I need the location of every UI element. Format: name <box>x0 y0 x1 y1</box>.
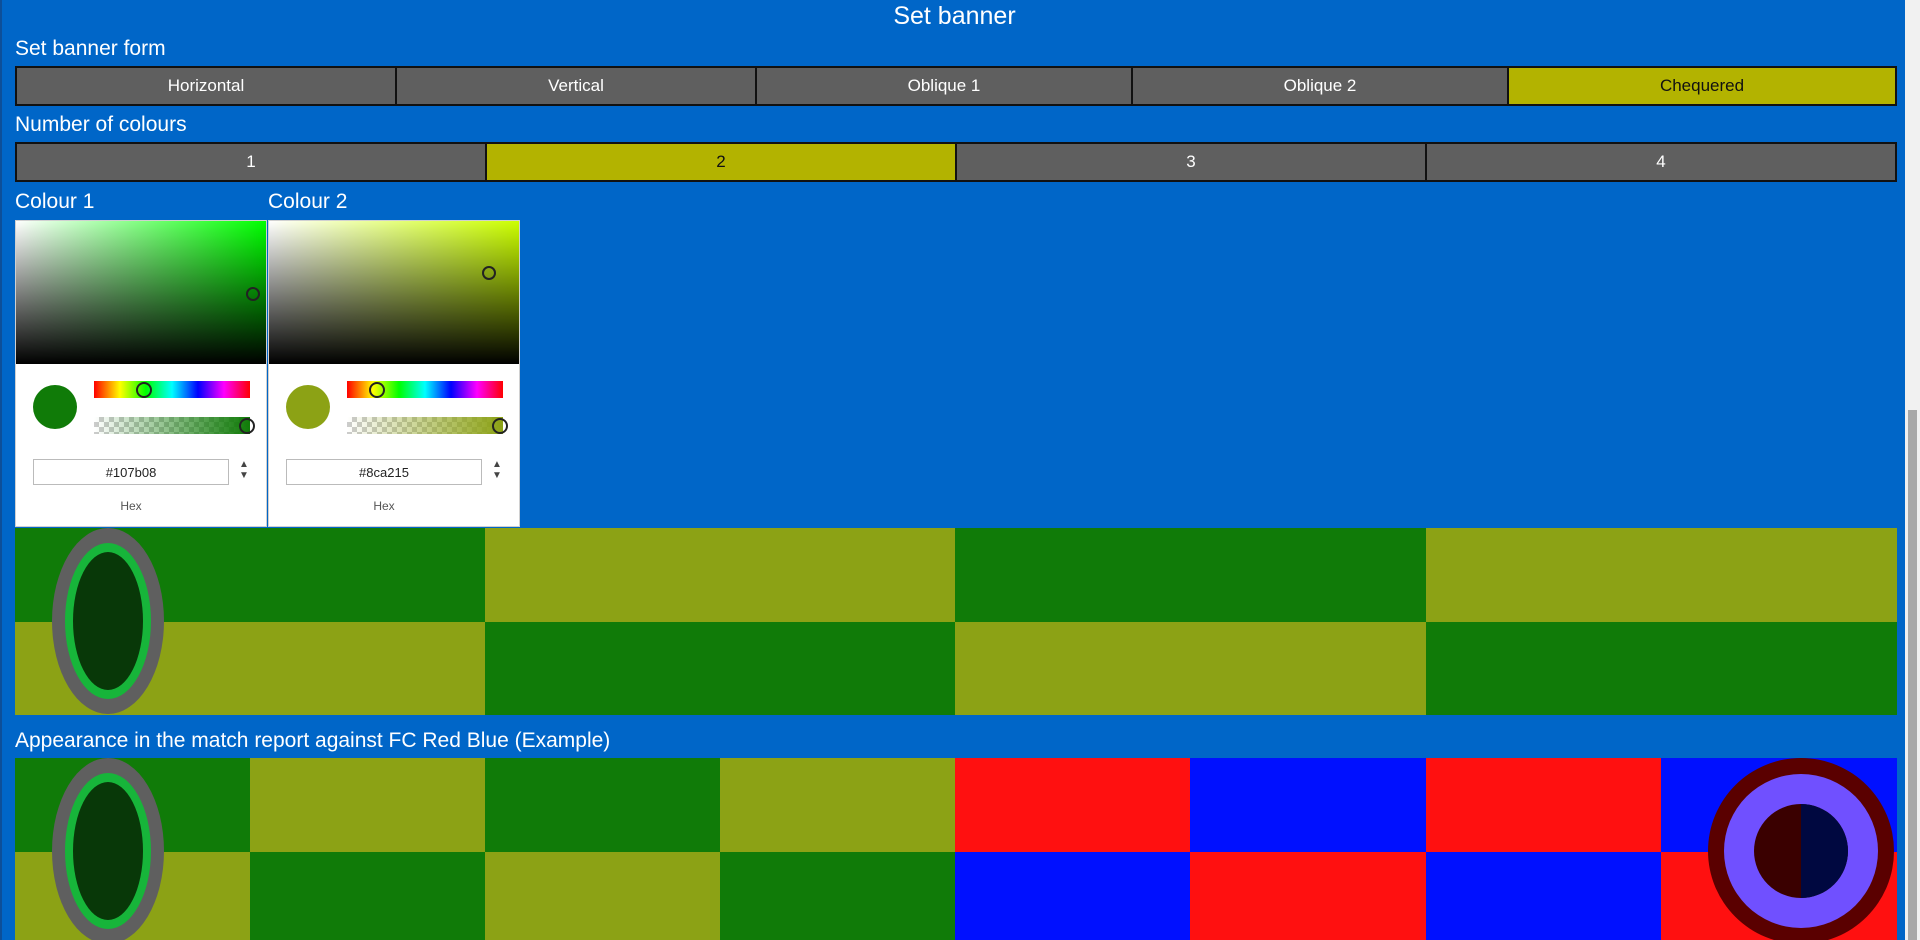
banner-cell <box>955 622 1426 715</box>
colour-1-hex-label: Hex <box>120 499 142 513</box>
form-option-horizontal[interactable]: Horizontal <box>17 68 397 104</box>
colour-1-picker: ▲▼ Hex <box>15 220 267 527</box>
colour-1-label: Colour 1 <box>15 190 95 213</box>
colour-1-alpha-slider[interactable] <box>94 417 255 434</box>
colour-1-hue-handle[interactable] <box>135 381 152 398</box>
colour-count-1[interactable]: 1 <box>17 144 487 180</box>
vertical-scrollbar[interactable] <box>1905 0 1920 940</box>
form-option-vertical[interactable]: Vertical <box>397 68 757 104</box>
banner-cell <box>1426 622 1897 715</box>
colour-1-format-toggle-icon[interactable]: ▲ ▼ <box>238 459 250 485</box>
banner-form-selector: Horizontal Vertical Oblique 1 Oblique 2 … <box>15 66 1897 106</box>
colour-2-swatch <box>286 385 330 429</box>
browser-viewport: Set banner Set banner form Horizontal Ve… <box>0 0 1920 940</box>
colour-1-hue-slider[interactable] <box>94 381 250 398</box>
banner-preview <box>15 528 1897 715</box>
colour-2-hex-label: Hex <box>373 499 395 513</box>
away-team-crest-icon <box>1708 758 1894 940</box>
colour-count-selector: 1 2 3 4 <box>15 142 1897 182</box>
colour-1-sv-cursor[interactable] <box>246 287 260 301</box>
colour-count-2[interactable]: 2 <box>487 144 957 180</box>
page-title: Set banner <box>893 2 1016 30</box>
colour-1-hex-input[interactable] <box>33 459 229 485</box>
colour-2-hue-slider[interactable] <box>347 381 503 398</box>
home-team-crest-icon <box>52 758 164 940</box>
banner-cell <box>485 622 955 715</box>
banner-form-heading: Set banner form <box>15 37 166 60</box>
colour-count-4[interactable]: 4 <box>1427 144 1895 180</box>
set-banner-panel: Set banner Set banner form Horizontal Ve… <box>0 0 1905 940</box>
form-option-oblique-1[interactable]: Oblique 1 <box>757 68 1133 104</box>
colour-2-alpha-handle[interactable] <box>491 417 508 434</box>
match-report-preview <box>15 758 1897 940</box>
colour-2-hue-handle[interactable] <box>368 381 385 398</box>
match-report-heading: Appearance in the match report against F… <box>15 729 611 752</box>
colour-1-saturation-area[interactable] <box>16 221 266 364</box>
colour-2-label: Colour 2 <box>268 190 348 213</box>
banner-cell <box>485 528 955 622</box>
colour-count-heading: Number of colours <box>15 113 187 136</box>
colour-2-hex-input[interactable] <box>286 459 482 485</box>
colour-2-alpha-slider[interactable] <box>347 417 508 434</box>
scrollbar-thumb[interactable] <box>1908 410 1917 940</box>
colour-1-swatch <box>33 385 77 429</box>
colour-1-alpha-handle[interactable] <box>238 417 255 434</box>
form-option-chequered[interactable]: Chequered <box>1509 68 1895 104</box>
team-crest-icon <box>52 528 164 714</box>
colour-2-sv-cursor[interactable] <box>482 266 496 280</box>
banner-cell <box>1426 528 1897 622</box>
colour-count-3[interactable]: 3 <box>957 144 1427 180</box>
colour-2-picker: ▲▼ Hex <box>268 220 520 527</box>
banner-cell <box>955 528 1426 622</box>
colour-2-saturation-area[interactable] <box>269 221 519 364</box>
form-option-oblique-2[interactable]: Oblique 2 <box>1133 68 1509 104</box>
colour-2-format-toggle-icon[interactable]: ▲ ▼ <box>491 459 503 485</box>
